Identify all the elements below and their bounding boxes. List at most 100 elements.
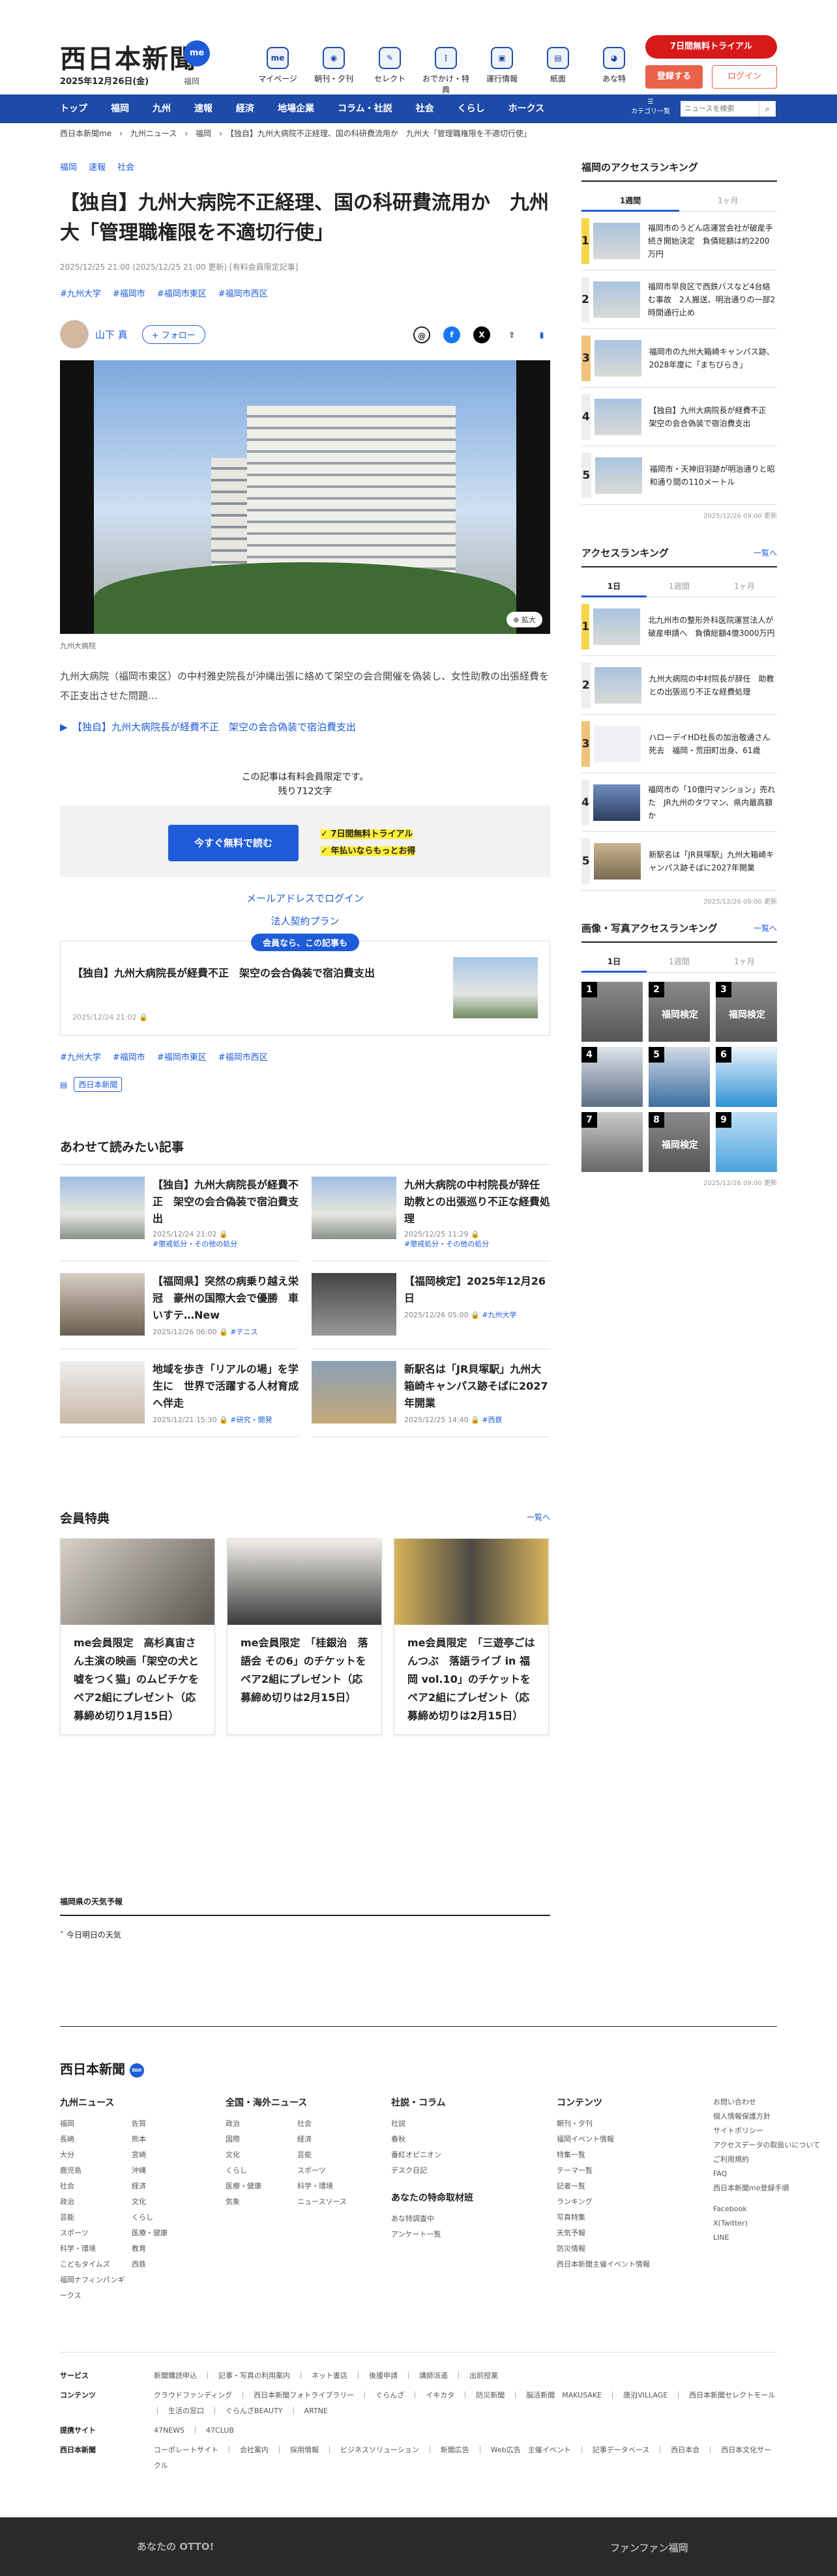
nav-mypage[interactable]: me マイページ xyxy=(254,47,301,95)
ranking-item[interactable]: 5 新駅名は「JR貝塚駅」九州大箱崎キャンパス跡そばに2027年開業 xyxy=(581,832,777,891)
hashtag[interactable]: #福岡市 xyxy=(113,1050,145,1063)
recommend-card[interactable]: 九州大病院の中村院長が辞任 助教との出張巡り不正な経費処理 2025/12/25 … xyxy=(312,1165,550,1261)
tag-fukuoka[interactable]: 福岡 xyxy=(60,160,77,173)
hashtag[interactable]: #福岡市東区 xyxy=(157,1050,207,1063)
footer-link[interactable]: 佐賀 xyxy=(132,2116,203,2132)
footer-link[interactable]: 政治 xyxy=(226,2116,297,2132)
photo-thumb[interactable]: 2 福岡検定 xyxy=(649,982,710,1042)
footer-link[interactable]: 春秋 xyxy=(391,2132,557,2147)
tab-1week[interactable]: 1週間 xyxy=(647,952,712,973)
footer-link[interactable]: 経済 xyxy=(132,2179,203,2194)
ranking-item[interactable]: 3 福岡市の九州大箱崎キャンパス跡、2028年度に「まちびらき」 xyxy=(581,329,777,388)
category-menu[interactable]: ☰ カテゴリ一覧 xyxy=(631,98,670,115)
footer-link[interactable]: テーマ一覧 xyxy=(557,2163,707,2179)
otto-logo[interactable]: あなたの OTTO! xyxy=(137,2540,214,2553)
footer-row-links[interactable]: 47NEWS ｜ 47CLUB xyxy=(154,2423,234,2439)
zoom-button[interactable]: ⊕ 拡大 xyxy=(507,612,542,627)
footer-row-links[interactable]: クラウドファンディング ｜ 西日本新聞フォトライブラリー ｜ ぐらんざ ｜ イキ… xyxy=(154,2388,782,2419)
footer-link[interactable]: 経済 xyxy=(297,2132,369,2147)
footer-link[interactable]: 科学・環境 xyxy=(297,2179,369,2194)
threads-icon[interactable]: @ xyxy=(413,326,430,343)
perks-more-link[interactable]: 一覧へ xyxy=(527,1511,550,1523)
footer-link[interactable]: お問い合わせ xyxy=(713,2095,820,2110)
nav-item-column[interactable]: コラム・社説 xyxy=(338,94,405,123)
photo-thumb[interactable]: 7 xyxy=(581,1112,643,1172)
tab-1month[interactable]: 1ヶ月 xyxy=(712,952,777,973)
nav-item-kyushu[interactable]: 九州 xyxy=(153,94,183,123)
bookmark-icon[interactable]: ▮ xyxy=(533,326,550,343)
footer-link[interactable]: 大分 xyxy=(60,2147,132,2163)
hashtag[interactable]: #福岡市東区 xyxy=(157,287,207,299)
tab-1day[interactable]: 1日 xyxy=(581,952,647,973)
footer-link[interactable]: デスク日記 xyxy=(391,2163,557,2179)
ranking-item[interactable]: 5 福岡市・天神旧羽跡が明治通りと昭和通り間の110メートル xyxy=(581,446,777,505)
author-name[interactable]: 山下 真 xyxy=(95,328,128,341)
avatar[interactable] xyxy=(60,320,89,349)
footer-link[interactable]: あな特調査中 xyxy=(391,2211,557,2227)
nav-transit[interactable]: ▣ 運行情報 xyxy=(478,47,525,95)
recommend-card[interactable]: 【福岡県】突然の病乗り越え栄冠 豪州の国際大会で優勝 車いすテ…New 2025/… xyxy=(60,1261,299,1349)
follow-button[interactable]: + フォロー xyxy=(141,324,205,344)
footer-link[interactable]: 防災情報 xyxy=(557,2241,707,2257)
hashtag[interactable]: #福岡市 xyxy=(113,287,145,299)
hashtag[interactable]: #福岡市西区 xyxy=(218,287,268,299)
social-link[interactable]: LINE xyxy=(713,2231,820,2245)
photo-thumb[interactable]: 1 xyxy=(581,982,643,1042)
footer-link[interactable]: 熊本 xyxy=(132,2132,203,2147)
nav-paper[interactable]: ◉ 朝刊・夕刊 xyxy=(310,47,357,95)
photo-thumb[interactable]: 4 xyxy=(581,1047,643,1107)
footer-link[interactable]: 医療・健康 xyxy=(226,2179,297,2194)
footer-link[interactable]: 文化 xyxy=(226,2147,297,2163)
trial-button[interactable]: 7日間無料トライアル xyxy=(645,35,777,59)
facebook-icon[interactable]: f xyxy=(443,326,460,343)
footer-link[interactable]: ランキング xyxy=(557,2194,707,2210)
hashtag[interactable]: #九州大学 xyxy=(60,1050,101,1063)
perk-card[interactable]: me会員限定 「三遊亭ごはんつぶ 落語ライブ in 福岡 vol.10」のチケッ… xyxy=(394,1538,549,1735)
ranking-item[interactable]: 1 北九州市の整形外科医院運営法人が破産申請へ 負債総額4億3000万円 xyxy=(581,597,777,656)
footer-link[interactable]: 鹿児島 xyxy=(60,2163,132,2179)
footer-link[interactable]: アクセスデータの取扱いについて xyxy=(713,2138,820,2153)
footer-link[interactable]: 政治 xyxy=(60,2194,132,2210)
article-photo[interactable]: ⊕ 拡大 xyxy=(60,360,550,634)
social-link[interactable]: X(Twitter) xyxy=(713,2216,820,2231)
footer-link[interactable]: 記者一覧 xyxy=(557,2179,707,2194)
footer-link[interactable]: 長崎 xyxy=(60,2132,132,2147)
share-icon[interactable]: ⇪ xyxy=(503,326,520,343)
register-button[interactable]: 登録する xyxy=(645,65,703,89)
search-icon[interactable]: ⌕ xyxy=(759,101,776,117)
footer-link[interactable]: ご利用規約 xyxy=(713,2153,820,2167)
ranking-item[interactable]: 2 福岡市早良区で西鉄バスなど4台絡む事故 2人搬送、明治通りの一部2時間通行止め xyxy=(581,270,777,329)
weather-link[interactable]: ˅ 今日明日の天気 xyxy=(60,1929,550,1940)
site-logo[interactable]: 西日本新聞 xyxy=(60,38,197,76)
footer-link[interactable]: こどもタイムズ xyxy=(60,2257,132,2272)
footer-link[interactable]: 芸能 xyxy=(60,2210,132,2225)
footer-link[interactable]: 特集一覧 xyxy=(557,2147,707,2163)
footer-link[interactable]: 社説 xyxy=(391,2116,557,2132)
footer-link[interactable]: 写真特集 xyxy=(557,2210,707,2225)
footer-link[interactable]: 西日本新聞主催イベント情報 xyxy=(557,2257,707,2272)
nav-select[interactable]: ✎ セレクト xyxy=(366,47,413,95)
photo-thumb[interactable]: 3 福岡検定 xyxy=(716,982,777,1042)
ranking-item[interactable]: 4 福岡市の「10億円マンション」売れた JR九州のタワマン、県内最高額か xyxy=(581,773,777,832)
tag-breaking[interactable]: 速報 xyxy=(89,160,106,173)
tab-1week[interactable]: 1週間 xyxy=(647,577,712,597)
footer-link[interactable]: 科学・環境 xyxy=(60,2241,132,2257)
email-login-link[interactable]: メールアドレスでログイン xyxy=(60,891,550,905)
footer-link[interactable]: くらし xyxy=(226,2163,297,2179)
access-more-link[interactable]: 一覧へ xyxy=(754,547,777,558)
footer-link[interactable]: 医療・健康 xyxy=(132,2225,203,2241)
search-input[interactable] xyxy=(681,101,759,117)
footer-row-links[interactable]: 新聞購読申込 ｜ 記事・写真の利用案内 ｜ ネット書店 ｜ 後援申請 ｜ 講師派… xyxy=(154,2368,498,2384)
x-icon[interactable]: X xyxy=(473,326,490,343)
recommend-card[interactable]: 地域を歩き「リアルの場」を学生に 世界で活躍する人材育成へ伴走 2025/12/2… xyxy=(60,1349,299,1437)
nav-item-local-biz[interactable]: 地場企業 xyxy=(278,94,327,123)
header-location[interactable]: 福岡 xyxy=(184,76,199,87)
login-button[interactable]: ログイン xyxy=(712,65,777,89)
photo-thumb[interactable]: 9 xyxy=(716,1112,777,1172)
tab-1day[interactable]: 1日 xyxy=(581,577,647,597)
related-article-link[interactable]: ▶ 【独自】九州大病院長が経費不正 架空の会合偽装で宿泊費支出 xyxy=(60,720,550,734)
footer-link[interactable]: アンケート一覧 xyxy=(391,2227,557,2242)
photo-thumb[interactable]: 8 福岡検定 xyxy=(649,1112,710,1172)
perk-card[interactable]: me会員限定 高杉真宙さん主演の映画「架空の犬と嘘をつく猫」のムビチケをペア2組… xyxy=(60,1538,215,1735)
footer-logo[interactable]: 西日本新聞 me xyxy=(60,2059,144,2078)
